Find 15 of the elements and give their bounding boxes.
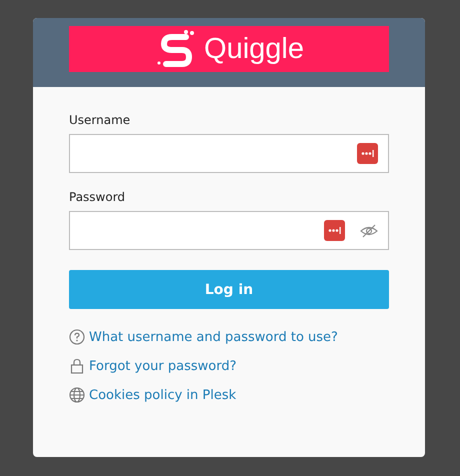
help-link[interactable]: Cookies policy in Plesk xyxy=(89,388,236,402)
help-link[interactable]: Forgot your password? xyxy=(89,358,237,374)
password-manager-icon[interactable] xyxy=(357,143,378,164)
globe-icon xyxy=(69,387,85,403)
lock-icon xyxy=(69,358,85,374)
login-button[interactable]: Log in xyxy=(69,270,389,309)
field-label: Username xyxy=(69,113,130,127)
help-icon xyxy=(69,329,85,345)
input-field[interactable] xyxy=(69,211,389,250)
help-link[interactable]: What username and password to use? xyxy=(89,330,338,344)
logo-text: Quiggle xyxy=(204,34,304,64)
password-manager-icon[interactable] xyxy=(324,220,345,241)
field-label: Password xyxy=(69,190,126,204)
input-field[interactable] xyxy=(69,134,389,173)
eye-slash-icon[interactable] xyxy=(360,224,378,238)
